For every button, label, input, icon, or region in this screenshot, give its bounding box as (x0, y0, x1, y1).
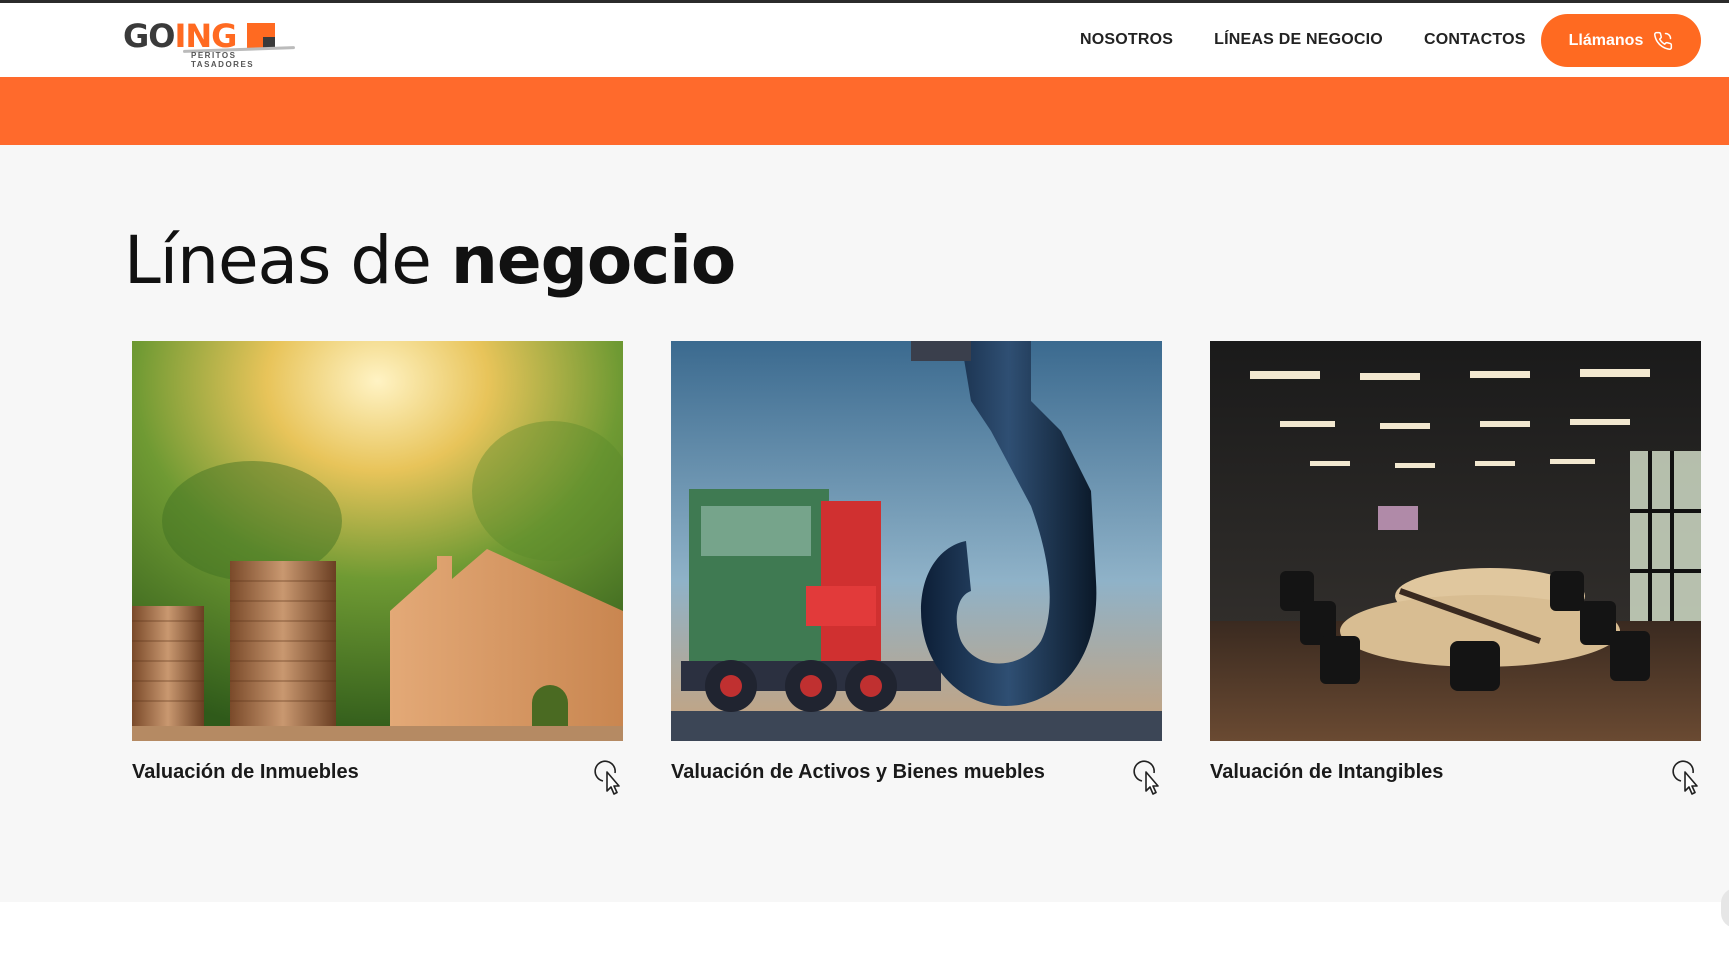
card-image-conference-room[interactable] (1210, 341, 1701, 741)
main-nav: NOSOTROS LÍNEAS DE NEGOCIO CONTACTOS (1080, 3, 1567, 77)
logo[interactable]: GOING PERITOS TASADORES (123, 15, 298, 69)
call-button[interactable]: Llámanos (1541, 14, 1701, 67)
card-image-truck-hook[interactable] (671, 341, 1162, 741)
card-activos[interactable]: Valuación de Activos y Bienes muebles (671, 341, 1162, 795)
section-title: Líneas de negocio (124, 222, 736, 299)
card-title[interactable]: Valuación de Activos y Bienes muebles (671, 761, 1045, 784)
nav-item-contactos[interactable]: CONTACTOS (1424, 31, 1526, 49)
phone-icon (1654, 31, 1673, 50)
card-inmuebles[interactable]: Valuación de Inmuebles (132, 341, 623, 795)
orange-banner (0, 77, 1729, 145)
pointer-click-icon[interactable] (593, 759, 623, 795)
nav-item-nosotros[interactable]: NOSOTROS (1080, 31, 1173, 49)
logo-tagline: PERITOS TASADORES (191, 51, 255, 69)
nav-item-lineas-de-negocio[interactable]: LÍNEAS DE NEGOCIO (1214, 31, 1383, 49)
card-intangibles[interactable]: Valuación de Intangibles (1210, 341, 1701, 795)
pointer-click-icon[interactable] (1671, 759, 1701, 795)
call-button-label: Llámanos (1568, 31, 1644, 49)
card-image-coins-house[interactable] (132, 341, 623, 741)
card-title[interactable]: Valuación de Intangibles (1210, 761, 1443, 784)
pointer-click-icon[interactable] (1132, 759, 1162, 795)
logo-square-icon (247, 23, 275, 49)
card-title[interactable]: Valuación de Inmuebles (132, 761, 359, 784)
site-header: GOING PERITOS TASADORES NOSOTROS LÍNEAS … (0, 3, 1729, 77)
